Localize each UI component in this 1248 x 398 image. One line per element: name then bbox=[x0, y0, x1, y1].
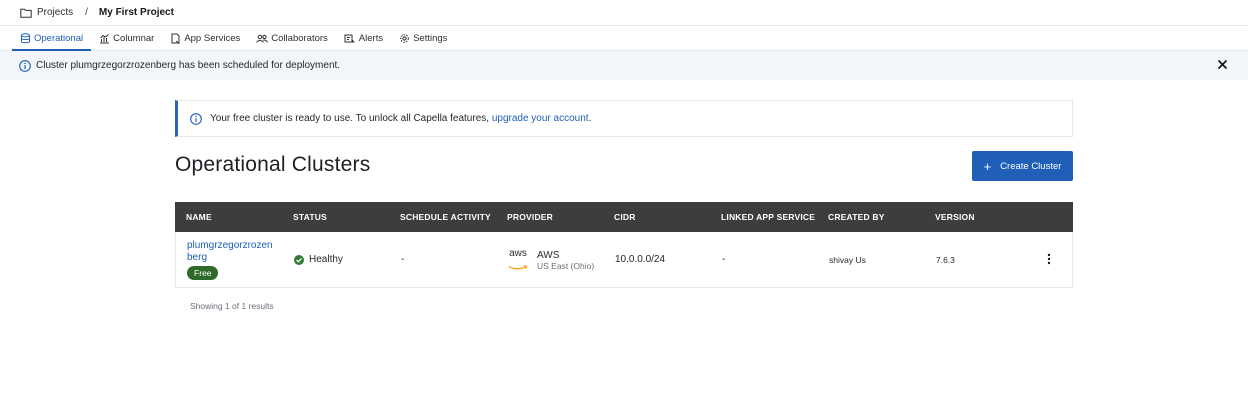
tab-collaborators[interactable]: Collaborators bbox=[248, 26, 336, 50]
tab-alerts[interactable]: Alerts bbox=[336, 26, 391, 50]
tab-settings[interactable]: Settings bbox=[391, 26, 455, 50]
column-header-linked-app-service[interactable]: LINKED APP SERVICE bbox=[721, 212, 815, 222]
column-header-schedule-activity[interactable]: SCHEDULE ACTIVITY bbox=[400, 212, 491, 222]
banner-text: Your free cluster is ready to use. To un… bbox=[210, 113, 591, 124]
upgrade-account-link[interactable]: upgrade your account bbox=[492, 113, 589, 124]
status-text: Healthy bbox=[309, 254, 343, 265]
cluster-name-link[interactable]: plumgrzegorzrozenberg bbox=[187, 240, 277, 264]
cidr-cell: 10.0.0.0/24 bbox=[615, 254, 666, 265]
breadcrumb-projects[interactable]: Projects bbox=[20, 7, 73, 18]
alerts-icon bbox=[344, 34, 355, 42]
tab-app-services-label: App Services bbox=[184, 32, 241, 44]
users-icon bbox=[256, 34, 268, 43]
tab-operational-label: Operational bbox=[34, 32, 84, 44]
results-count: Showing 1 of 1 results bbox=[190, 301, 274, 311]
version-cell: 7.6.3 bbox=[936, 255, 955, 265]
linked-app-service-cell: - bbox=[722, 254, 726, 265]
banner-text-suffix: . bbox=[588, 113, 592, 124]
breadcrumb-current-project: My First Project bbox=[98, 7, 174, 18]
cluster-name-cell: plumgrzegorzrozenberg Free bbox=[187, 240, 277, 280]
tab-collaborators-label: Collaborators bbox=[271, 32, 328, 44]
schedule-activity-cell: - bbox=[401, 254, 405, 265]
column-header-provider[interactable]: PROVIDER bbox=[507, 212, 553, 222]
tab-columnar[interactable]: Columnar bbox=[91, 26, 162, 50]
page-title: Operational Clusters bbox=[175, 153, 371, 176]
provider-cell: aws AWS US East (Ohio) bbox=[508, 249, 594, 273]
more-vertical-icon bbox=[1047, 253, 1051, 265]
column-header-created-by[interactable]: CREATED BY bbox=[828, 212, 885, 222]
create-cluster-label: Create Cluster bbox=[1000, 160, 1062, 172]
free-cluster-banner: Your free cluster is ready to use. To un… bbox=[175, 100, 1073, 137]
clusters-table: NAME STATUS SCHEDULE ACTIVITY PROVIDER C… bbox=[175, 202, 1073, 288]
deployment-notification: Cluster plumgrzegorzrozenberg has been s… bbox=[0, 51, 1248, 80]
free-tier-badge: Free bbox=[187, 266, 219, 280]
plus-icon: + bbox=[983, 158, 992, 174]
provider-name: AWS bbox=[537, 250, 560, 261]
breadcrumb-separator: / bbox=[85, 7, 88, 18]
tab-settings-label: Settings bbox=[413, 32, 448, 44]
breadcrumb: Projects / My First Project bbox=[0, 0, 1248, 26]
tab-app-services[interactable]: App Services bbox=[162, 26, 248, 50]
column-header-version[interactable]: VERSION bbox=[935, 212, 975, 222]
created-by-cell: shivay Us bbox=[829, 255, 866, 265]
info-icon bbox=[19, 59, 31, 72]
gear-icon bbox=[400, 33, 409, 43]
close-notification-button[interactable] bbox=[1217, 59, 1228, 73]
row-actions-button[interactable] bbox=[1042, 253, 1056, 267]
info-icon bbox=[190, 112, 202, 125]
tab-alerts-label: Alerts bbox=[358, 32, 384, 44]
column-header-status[interactable]: STATUS bbox=[293, 212, 327, 222]
provider-region: US East (Ohio) bbox=[537, 261, 595, 271]
tab-columnar-label: Columnar bbox=[113, 32, 155, 44]
breadcrumb-projects-label[interactable]: Projects bbox=[37, 7, 73, 18]
table-row[interactable]: plumgrzegorzrozenberg Free Healthy - aws… bbox=[175, 232, 1073, 288]
column-header-cidr[interactable]: CIDR bbox=[614, 212, 636, 222]
column-header-name[interactable]: NAME bbox=[186, 212, 212, 222]
close-icon bbox=[1217, 59, 1228, 70]
table-header: NAME STATUS SCHEDULE ACTIVITY PROVIDER C… bbox=[175, 202, 1073, 232]
tab-bar: Operational Columnar App Services Collab… bbox=[0, 26, 1248, 51]
database-icon bbox=[21, 32, 30, 43]
app-services-icon bbox=[171, 33, 181, 44]
create-cluster-button[interactable]: + Create Cluster bbox=[972, 151, 1073, 181]
folder-icon bbox=[20, 8, 32, 18]
banner-text-prefix: Your free cluster is ready to use. To un… bbox=[210, 113, 492, 124]
notification-message: Cluster plumgrzegorzrozenberg has been s… bbox=[36, 60, 341, 71]
tab-operational[interactable]: Operational bbox=[12, 26, 92, 51]
aws-logo-text: aws bbox=[509, 248, 527, 259]
status-cell: Healthy bbox=[294, 254, 343, 265]
columnar-chart-icon bbox=[100, 33, 110, 43]
aws-logo-icon: aws bbox=[508, 249, 528, 273]
check-circle-icon bbox=[294, 254, 304, 265]
